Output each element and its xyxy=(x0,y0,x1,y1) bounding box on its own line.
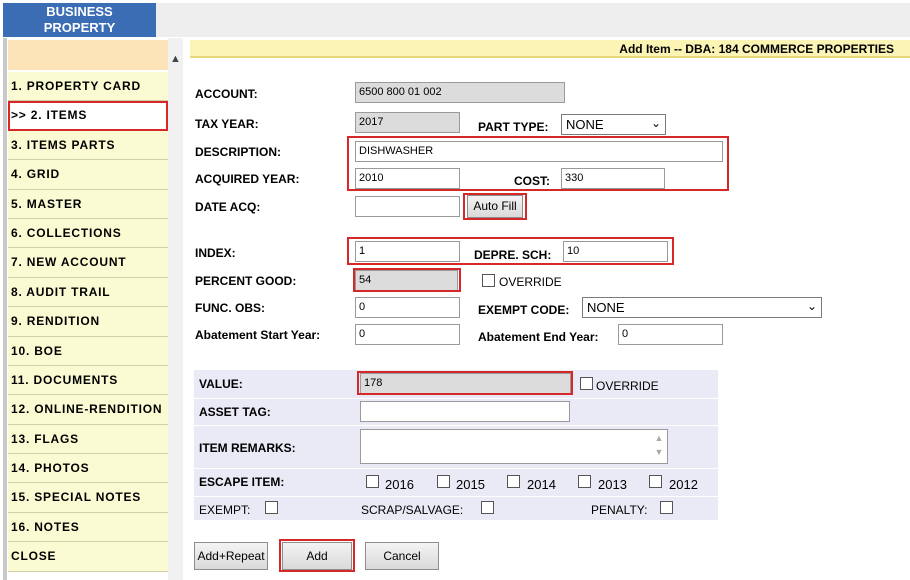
exempt-code-label: EXEMPT CODE: xyxy=(478,303,570,317)
percent-good-field: 54 xyxy=(355,270,458,291)
part-type-label: PART TYPE: xyxy=(478,120,549,134)
sidebar-item-notes[interactable]: 16. NOTES xyxy=(8,512,168,543)
row-separator xyxy=(194,496,718,497)
exempt-label: EXEMPT: xyxy=(199,503,251,517)
sidebar-list: 1. PROPERTY CARD >> 2. ITEMS 3. ITEMS PA… xyxy=(8,72,168,572)
exempt-code-select[interactable]: NONE ⌄ xyxy=(582,297,822,318)
tax-year-field: 2017 xyxy=(355,112,460,133)
date-acq-field[interactable] xyxy=(355,196,460,217)
cost-field[interactable]: 330 xyxy=(561,168,665,189)
chevron-down-icon: ⌄ xyxy=(650,116,661,130)
escape-2012-checkbox[interactable] xyxy=(649,475,662,488)
sidebar-item-master[interactable]: 5. MASTER xyxy=(8,189,168,219)
escape-2015-label: 2015 xyxy=(456,477,485,492)
acquired-year-field[interactable]: 2010 xyxy=(355,168,460,189)
sidebar-item-audit-trail[interactable]: 8. AUDIT TRAIL xyxy=(8,277,168,308)
scrap-salvage-label: SCRAP/SALVAGE: xyxy=(361,503,464,517)
value-override-checkbox[interactable] xyxy=(580,377,593,390)
value-field: 178 xyxy=(360,373,571,394)
item-remarks-label: ITEM REMARKS: xyxy=(199,441,296,455)
sidebar-item-boe[interactable]: 10. BOE xyxy=(8,336,168,366)
sidebar-item-new-account[interactable]: 7. NEW ACCOUNT xyxy=(8,248,168,278)
tab-line-2: PROPERTY xyxy=(43,20,116,35)
sidebar-item-property-card[interactable]: 1. PROPERTY CARD xyxy=(8,72,168,102)
sidebar: ▲ 1. PROPERTY CARD >> 2. ITEMS 3. ITEMS … xyxy=(3,38,183,580)
item-remarks-field[interactable] xyxy=(360,429,668,464)
func-obs-label: FUNC. OBS: xyxy=(195,301,265,315)
auto-fill-button[interactable]: Auto Fill xyxy=(467,195,523,218)
sidebar-item-documents[interactable]: 11. DOCUMENTS xyxy=(8,365,168,396)
cancel-button[interactable]: Cancel xyxy=(365,542,439,570)
chevron-down-icon: ⌄ xyxy=(806,299,817,313)
sidebar-item-close[interactable]: CLOSE xyxy=(8,542,168,572)
sidebar-item-flags[interactable]: 13. FLAGS xyxy=(8,424,168,455)
sidebar-item-photos[interactable]: 14. PHOTOS xyxy=(8,454,168,484)
percent-good-override-checkbox[interactable] xyxy=(482,274,495,287)
abatement-end-field[interactable]: 0 xyxy=(618,324,723,345)
add-button[interactable]: Add xyxy=(282,542,352,570)
part-type-value: NONE xyxy=(566,117,604,132)
sidebar-header xyxy=(8,40,168,70)
asset-tag-label: ASSET TAG: xyxy=(199,405,271,419)
abatement-start-label: Abatement Start Year: xyxy=(195,328,321,342)
row-separator xyxy=(194,425,718,426)
penalty-label: PENALTY: xyxy=(591,503,648,517)
depre-sch-field[interactable]: 10 xyxy=(563,241,668,262)
escape-2014-label: 2014 xyxy=(527,477,556,492)
scrap-salvage-checkbox[interactable] xyxy=(481,501,494,514)
acquired-year-label: ACQUIRED YEAR: xyxy=(195,172,300,186)
penalty-checkbox[interactable] xyxy=(660,501,673,514)
date-acq-label: DATE ACQ: xyxy=(195,200,261,214)
escape-2016-checkbox[interactable] xyxy=(366,475,379,488)
abatement-start-field[interactable]: 0 xyxy=(355,324,460,345)
sidebar-scrollbar[interactable]: ▲ xyxy=(168,38,183,580)
value-label: VALUE: xyxy=(199,377,243,391)
abatement-end-label: Abatement End Year: xyxy=(478,330,599,344)
account-label: ACCOUNT: xyxy=(195,87,258,101)
top-strip xyxy=(156,3,910,37)
index-field[interactable]: 1 xyxy=(355,241,460,262)
exempt-code-value: NONE xyxy=(587,300,625,315)
index-label: INDEX: xyxy=(195,246,236,260)
percent-good-label: PERCENT GOOD: xyxy=(195,274,297,288)
account-field: 6500 800 01 002 xyxy=(355,82,565,103)
escape-2014-checkbox[interactable] xyxy=(507,475,520,488)
escape-item-label: ESCAPE ITEM: xyxy=(199,475,285,489)
scroll-up-icon[interactable]: ▲ xyxy=(169,52,182,66)
tax-year-label: TAX YEAR: xyxy=(195,117,259,131)
escape-2013-checkbox[interactable] xyxy=(578,475,591,488)
part-type-select[interactable]: NONE ⌄ xyxy=(561,114,666,135)
func-obs-field[interactable]: 0 xyxy=(355,297,460,318)
depre-sch-label: DEPRE. SCH: xyxy=(474,248,552,262)
exempt-checkbox[interactable] xyxy=(265,501,278,514)
sidebar-item-collections[interactable]: 6. COLLECTIONS xyxy=(8,218,168,249)
description-label: DESCRIPTION: xyxy=(195,145,282,159)
sidebar-item-items-parts[interactable]: 3. ITEMS PARTS xyxy=(8,130,168,161)
escape-2016-label: 2016 xyxy=(385,477,414,492)
escape-2013-label: 2013 xyxy=(598,477,627,492)
page-title: Add Item -- DBA: 184 COMMERCE PROPERTIES xyxy=(190,40,910,58)
description-field[interactable]: DISHWASHER xyxy=(355,141,723,162)
sidebar-item-grid[interactable]: 4. GRID xyxy=(8,160,168,190)
remarks-scroll-icon[interactable]: ▲ ▼ xyxy=(652,431,666,462)
asset-tag-field[interactable] xyxy=(360,401,570,422)
sidebar-item-online-rendition[interactable]: 12. ONLINE-RENDITION xyxy=(8,395,168,425)
value-override-label: OVERRIDE xyxy=(596,379,659,393)
percent-good-override-label: OVERRIDE xyxy=(499,275,562,289)
sidebar-item-rendition[interactable]: 9. RENDITION xyxy=(8,307,168,337)
business-property-tab[interactable]: BUSINESS PROPERTY xyxy=(3,3,156,37)
row-separator xyxy=(194,468,718,469)
escape-2012-label: 2012 xyxy=(669,477,698,492)
escape-2015-checkbox[interactable] xyxy=(437,475,450,488)
tab-line-1: BUSINESS xyxy=(46,4,113,19)
add-repeat-button[interactable]: Add+Repeat xyxy=(194,542,268,570)
row-separator xyxy=(194,398,718,399)
sidebar-edge xyxy=(3,38,7,580)
sidebar-item-items[interactable]: >> 2. ITEMS xyxy=(8,101,168,131)
cost-label: COST: xyxy=(514,174,550,188)
sidebar-item-special-notes[interactable]: 15. SPECIAL NOTES xyxy=(8,483,168,513)
